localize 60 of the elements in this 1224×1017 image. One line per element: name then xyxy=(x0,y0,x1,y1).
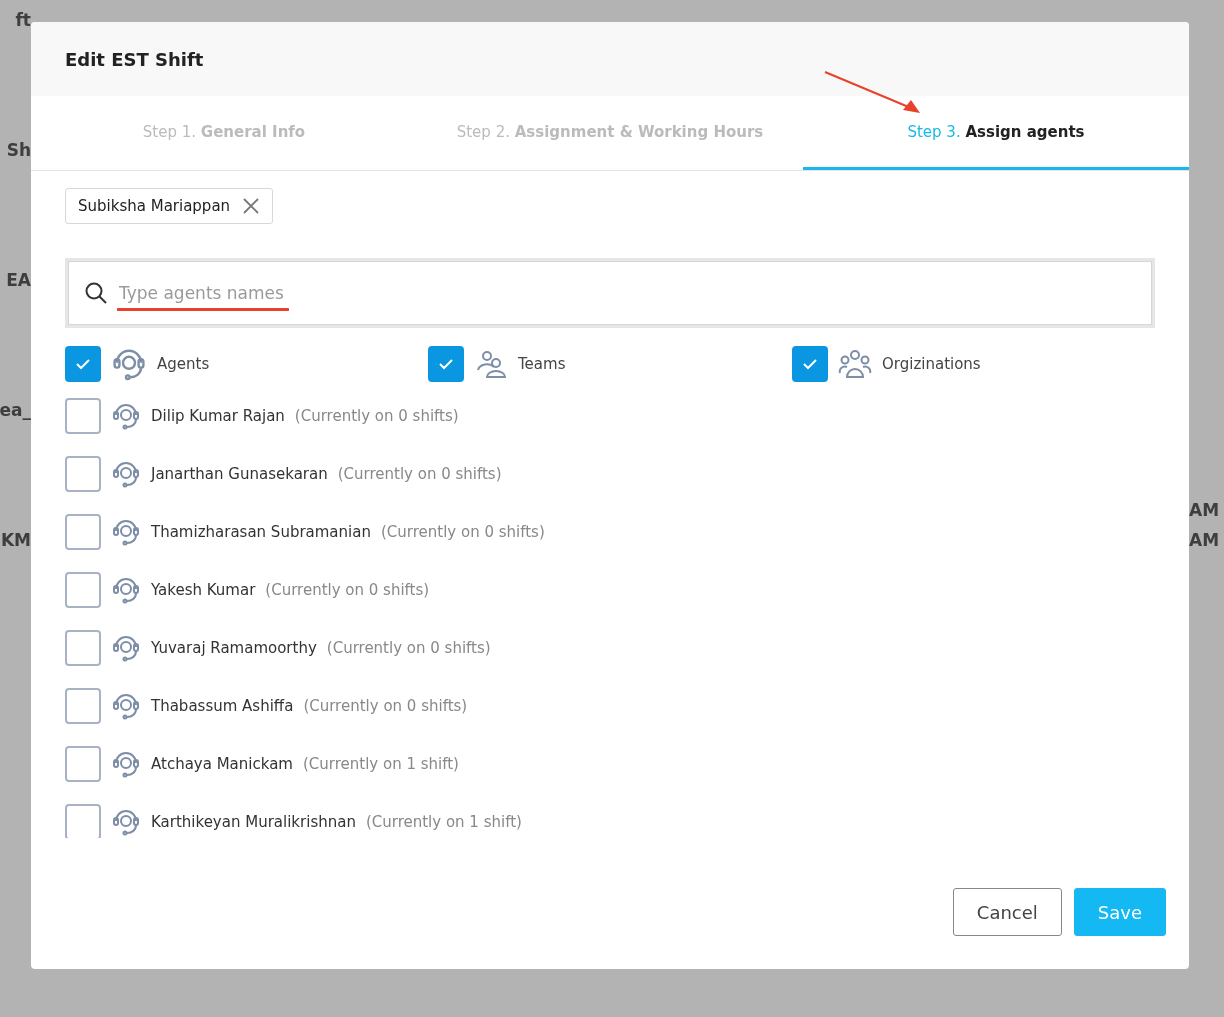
shift-count: (Currently on 0 shifts) xyxy=(326,639,491,657)
search-icon xyxy=(84,281,108,305)
cancel-button[interactable]: Cancel xyxy=(952,888,1062,936)
agent-name: Yakesh Kumar xyxy=(151,581,256,599)
shift-count: (Currently on 0 shifts) xyxy=(303,697,468,715)
step-tab[interactable]: Step 1. General Info xyxy=(31,96,417,170)
agent-name: Yuvaraj Ramamoorthy xyxy=(151,639,317,657)
headset-icon xyxy=(111,749,141,779)
checkbox[interactable] xyxy=(65,514,101,550)
background-text: EA xyxy=(6,270,31,290)
shift-count: (Currently on 1 shift) xyxy=(365,813,522,831)
agent-name: Thabassum Ashiffa xyxy=(151,697,294,715)
close-icon[interactable] xyxy=(242,197,261,215)
checkbox[interactable] xyxy=(65,688,101,724)
shift-count: (Currently on 1 shift) xyxy=(302,755,459,773)
checkbox[interactable] xyxy=(792,346,828,382)
checkbox[interactable] xyxy=(65,572,101,608)
background-text: ft xyxy=(15,10,31,30)
search-field[interactable]: Type agents names xyxy=(68,261,1152,325)
two-people-icon xyxy=(474,348,508,380)
background-text: AM xyxy=(1189,530,1220,550)
shift-count: (Currently on 0 shifts) xyxy=(337,465,502,483)
check-icon xyxy=(75,358,91,370)
shift-count: (Currently on 0 shifts) xyxy=(380,523,545,541)
headset-icon xyxy=(111,459,141,489)
checkbox[interactable] xyxy=(65,398,101,434)
filter-label: Teams xyxy=(518,355,566,373)
agent-name: Dilip Kumar Rajan xyxy=(151,407,285,425)
checkbox[interactable] xyxy=(65,804,101,838)
checkbox[interactable] xyxy=(428,346,464,382)
background-text: KM xyxy=(0,530,31,550)
checkbox[interactable] xyxy=(65,630,101,666)
checkbox[interactable] xyxy=(65,456,101,492)
agent-name: Atchaya Manickam xyxy=(151,755,293,773)
headset-icon xyxy=(111,807,141,837)
agent-name: Karthikeyan Muralikrishnan xyxy=(151,813,356,831)
shift-count: (Currently on 0 shifts) xyxy=(265,581,430,599)
shift-count: (Currently on 0 shifts) xyxy=(294,407,459,425)
check-icon xyxy=(438,358,454,370)
agent-name: Thamizharasan Subramanian xyxy=(151,523,371,541)
filter-label: Agents xyxy=(157,355,210,373)
step-tab[interactable]: Step 2. Assignment & Working Hours xyxy=(417,96,803,170)
step-tab[interactable]: Step 3. Assign agents xyxy=(803,96,1189,170)
checkbox[interactable] xyxy=(65,346,101,382)
checkbox[interactable] xyxy=(65,746,101,782)
chip-label: Subiksha Mariappan xyxy=(78,197,231,215)
check-icon xyxy=(802,358,818,370)
headset-icon xyxy=(111,575,141,605)
dialog-title: Edit EST Shift xyxy=(65,48,204,70)
headset-icon xyxy=(111,691,141,721)
agent-name: Janarthan Gunasekaran xyxy=(151,465,328,483)
background-text: AM xyxy=(1189,500,1220,520)
background-text: Sh xyxy=(6,140,31,160)
save-button[interactable]: Save xyxy=(1073,888,1166,936)
filter-label: Orgizinations xyxy=(882,355,981,373)
headset-icon xyxy=(111,633,141,663)
headset-icon xyxy=(111,401,141,431)
headset-icon xyxy=(111,517,141,547)
group-icon xyxy=(838,348,872,380)
background-text: ea_ xyxy=(0,400,31,420)
